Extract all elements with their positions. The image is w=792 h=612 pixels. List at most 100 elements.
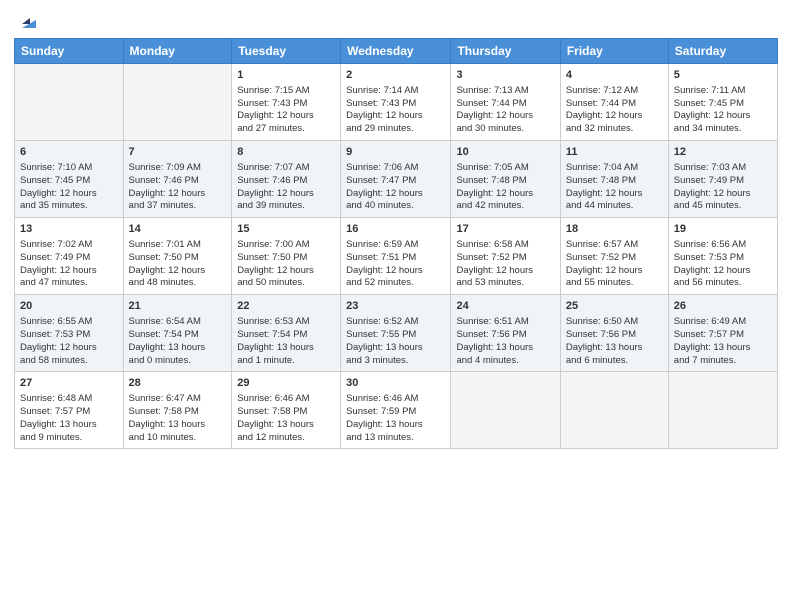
day-info-line-2: Daylight: 12 hours	[566, 188, 663, 201]
day-number: 30	[346, 376, 445, 391]
day-info-line-0: Sunrise: 6:59 AM	[346, 239, 445, 252]
day-info-line-2: Daylight: 13 hours	[237, 419, 335, 432]
day-info-line-3: and 30 minutes.	[456, 123, 554, 136]
day-info-line-3: and 50 minutes.	[237, 277, 335, 290]
cell-0-1	[123, 64, 232, 141]
cell-2-3: 16Sunrise: 6:59 AMSunset: 7:51 PMDayligh…	[341, 218, 451, 295]
cell-1-4: 10Sunrise: 7:05 AMSunset: 7:48 PMDayligh…	[451, 141, 560, 218]
col-header-saturday: Saturday	[668, 39, 777, 64]
logo	[14, 10, 40, 32]
cell-0-6: 5Sunrise: 7:11 AMSunset: 7:45 PMDaylight…	[668, 64, 777, 141]
col-header-tuesday: Tuesday	[232, 39, 341, 64]
day-info-line-3: and 52 minutes.	[346, 277, 445, 290]
day-info-line-3: and 45 minutes.	[674, 200, 772, 213]
cell-4-4	[451, 372, 560, 449]
day-info-line-2: Daylight: 13 hours	[456, 342, 554, 355]
week-row-4: 27Sunrise: 6:48 AMSunset: 7:57 PMDayligh…	[15, 372, 778, 449]
day-number: 27	[20, 376, 118, 391]
day-info-line-2: Daylight: 12 hours	[129, 265, 227, 278]
day-info-line-0: Sunrise: 7:10 AM	[20, 162, 118, 175]
cell-2-4: 17Sunrise: 6:58 AMSunset: 7:52 PMDayligh…	[451, 218, 560, 295]
day-info-line-1: Sunset: 7:46 PM	[129, 175, 227, 188]
day-info-line-0: Sunrise: 7:09 AM	[129, 162, 227, 175]
day-info-line-1: Sunset: 7:55 PM	[346, 329, 445, 342]
day-info-line-0: Sunrise: 6:54 AM	[129, 316, 227, 329]
cell-4-3: 30Sunrise: 6:46 AMSunset: 7:59 PMDayligh…	[341, 372, 451, 449]
day-info-line-2: Daylight: 13 hours	[346, 342, 445, 355]
day-info-line-3: and 9 minutes.	[20, 432, 118, 445]
day-info-line-0: Sunrise: 7:13 AM	[456, 85, 554, 98]
day-info-line-2: Daylight: 13 hours	[237, 342, 335, 355]
day-info-line-0: Sunrise: 7:14 AM	[346, 85, 445, 98]
col-header-friday: Friday	[560, 39, 668, 64]
day-info-line-2: Daylight: 13 hours	[129, 419, 227, 432]
cell-3-2: 22Sunrise: 6:53 AMSunset: 7:54 PMDayligh…	[232, 295, 341, 372]
cell-0-3: 2Sunrise: 7:14 AMSunset: 7:43 PMDaylight…	[341, 64, 451, 141]
day-info-line-3: and 7 minutes.	[674, 355, 772, 368]
calendar: SundayMondayTuesdayWednesdayThursdayFrid…	[14, 38, 778, 449]
day-number: 17	[456, 222, 554, 237]
day-number: 29	[237, 376, 335, 391]
day-info-line-2: Daylight: 12 hours	[129, 188, 227, 201]
day-number: 28	[129, 376, 227, 391]
cell-4-0: 27Sunrise: 6:48 AMSunset: 7:57 PMDayligh…	[15, 372, 124, 449]
day-number: 7	[129, 145, 227, 160]
day-info-line-1: Sunset: 7:48 PM	[566, 175, 663, 188]
day-info-line-0: Sunrise: 6:55 AM	[20, 316, 118, 329]
day-info-line-1: Sunset: 7:44 PM	[566, 98, 663, 111]
day-info-line-0: Sunrise: 6:52 AM	[346, 316, 445, 329]
cell-3-4: 24Sunrise: 6:51 AMSunset: 7:56 PMDayligh…	[451, 295, 560, 372]
day-number: 1	[237, 68, 335, 83]
day-info-line-0: Sunrise: 6:47 AM	[129, 393, 227, 406]
day-info-line-3: and 6 minutes.	[566, 355, 663, 368]
day-info-line-1: Sunset: 7:49 PM	[674, 175, 772, 188]
day-info-line-0: Sunrise: 6:50 AM	[566, 316, 663, 329]
day-info-line-0: Sunrise: 7:15 AM	[237, 85, 335, 98]
day-info-line-3: and 40 minutes.	[346, 200, 445, 213]
day-info-line-3: and 37 minutes.	[129, 200, 227, 213]
day-info-line-0: Sunrise: 7:00 AM	[237, 239, 335, 252]
day-info-line-0: Sunrise: 6:51 AM	[456, 316, 554, 329]
day-info-line-1: Sunset: 7:50 PM	[129, 252, 227, 265]
day-info-line-1: Sunset: 7:46 PM	[237, 175, 335, 188]
day-info-line-2: Daylight: 12 hours	[346, 110, 445, 123]
day-number: 25	[566, 299, 663, 314]
day-info-line-3: and 48 minutes.	[129, 277, 227, 290]
day-info-line-3: and 44 minutes.	[566, 200, 663, 213]
day-info-line-0: Sunrise: 7:05 AM	[456, 162, 554, 175]
day-info-line-2: Daylight: 12 hours	[346, 265, 445, 278]
cell-2-0: 13Sunrise: 7:02 AMSunset: 7:49 PMDayligh…	[15, 218, 124, 295]
cell-4-2: 29Sunrise: 6:46 AMSunset: 7:58 PMDayligh…	[232, 372, 341, 449]
day-info-line-1: Sunset: 7:57 PM	[674, 329, 772, 342]
day-info-line-1: Sunset: 7:50 PM	[237, 252, 335, 265]
day-number: 2	[346, 68, 445, 83]
day-info-line-2: Daylight: 12 hours	[237, 265, 335, 278]
day-number: 22	[237, 299, 335, 314]
day-info-line-3: and 58 minutes.	[20, 355, 118, 368]
day-number: 6	[20, 145, 118, 160]
col-header-sunday: Sunday	[15, 39, 124, 64]
col-header-wednesday: Wednesday	[341, 39, 451, 64]
cell-0-0	[15, 64, 124, 141]
day-info-line-0: Sunrise: 6:46 AM	[346, 393, 445, 406]
cell-1-3: 9Sunrise: 7:06 AMSunset: 7:47 PMDaylight…	[341, 141, 451, 218]
day-info-line-0: Sunrise: 6:57 AM	[566, 239, 663, 252]
day-info-line-3: and 13 minutes.	[346, 432, 445, 445]
logo-icon	[18, 10, 40, 32]
day-number: 15	[237, 222, 335, 237]
day-info-line-2: Daylight: 12 hours	[566, 265, 663, 278]
week-row-3: 20Sunrise: 6:55 AMSunset: 7:53 PMDayligh…	[15, 295, 778, 372]
day-info-line-1: Sunset: 7:43 PM	[237, 98, 335, 111]
day-number: 12	[674, 145, 772, 160]
cell-4-6	[668, 372, 777, 449]
cell-0-5: 4Sunrise: 7:12 AMSunset: 7:44 PMDaylight…	[560, 64, 668, 141]
day-info-line-0: Sunrise: 7:06 AM	[346, 162, 445, 175]
cell-1-6: 12Sunrise: 7:03 AMSunset: 7:49 PMDayligh…	[668, 141, 777, 218]
day-number: 23	[346, 299, 445, 314]
day-info-line-2: Daylight: 12 hours	[20, 342, 118, 355]
day-info-line-0: Sunrise: 7:11 AM	[674, 85, 772, 98]
day-number: 20	[20, 299, 118, 314]
day-info-line-3: and 4 minutes.	[456, 355, 554, 368]
day-info-line-1: Sunset: 7:53 PM	[674, 252, 772, 265]
day-info-line-3: and 29 minutes.	[346, 123, 445, 136]
